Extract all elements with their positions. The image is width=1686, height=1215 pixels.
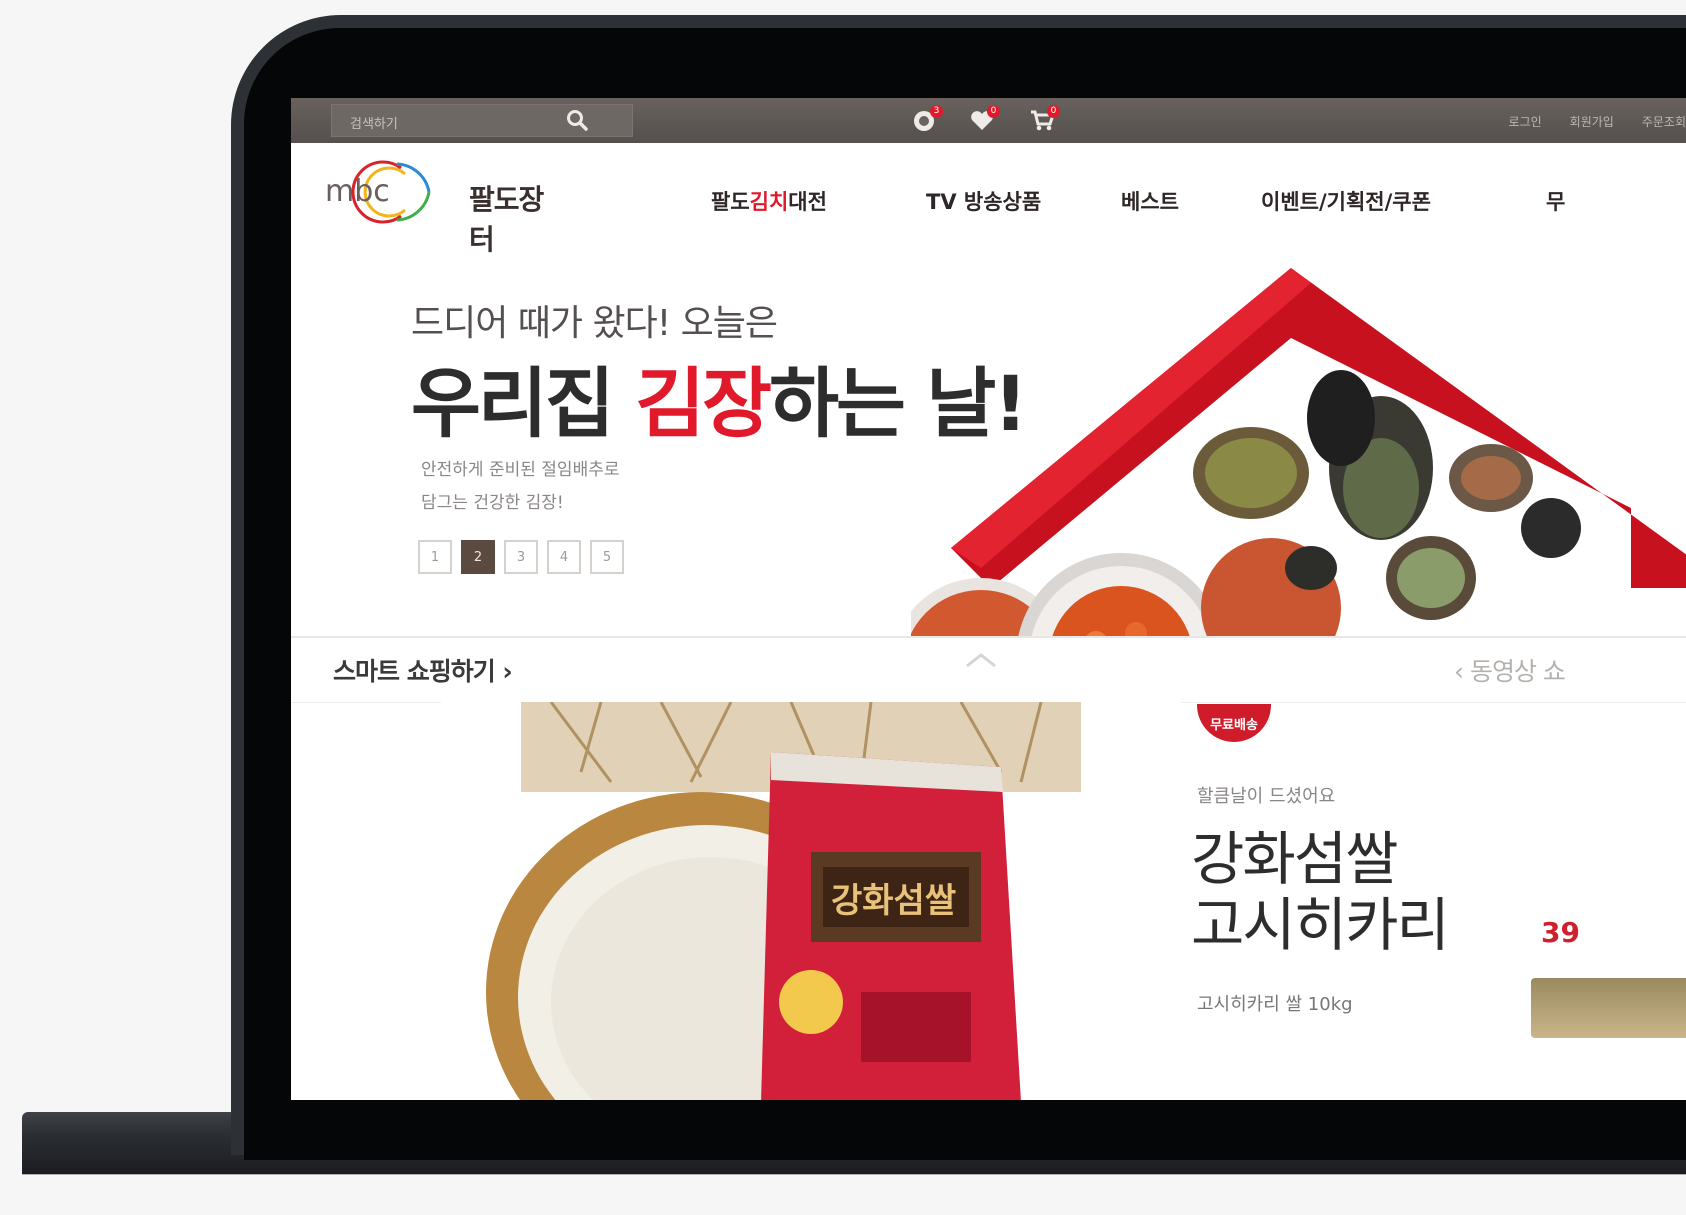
wishlist-button[interactable]: 0 (968, 105, 1000, 135)
coupon-badge: 3 (930, 105, 943, 118)
pager-button[interactable]: 1 (418, 540, 452, 574)
promo-title: 강화섬쌀 고시히카리 (1191, 825, 1450, 959)
svg-text:강화섬쌀: 강화섬쌀 (831, 881, 956, 921)
video-shopping-link[interactable]: ‹ 동영상 쇼 (1454, 652, 1566, 688)
login-link[interactable]: 로그인 (1509, 113, 1542, 130)
promo-subtitle: 할큼날이 드셨어요 (1197, 786, 1336, 807)
nav-item-events[interactable]: 이벤트/기획전/쿠폰 (1261, 186, 1431, 216)
hero-kicker: 드디어 때가 왔다! 오늘은 (411, 303, 778, 344)
hero-kimchi-image (911, 268, 1686, 638)
pager-button[interactable]: 4 (547, 540, 581, 574)
nav-text: 팔도 (711, 190, 750, 214)
screen: 검색하기 3 0 0 로그인 회원가입 주문조회 mbc 팔도장터 팔도김치대전… (291, 98, 1686, 1100)
promo-title-line: 고시히카리 (1191, 891, 1450, 959)
nav-text: 대전 (788, 190, 827, 214)
promo-description: 고시히카리 쌀 10kg (1197, 994, 1353, 1015)
smart-shopping-link[interactable]: 스마트 쇼핑하기 › (333, 652, 513, 688)
search-icon (567, 110, 588, 131)
hero-subtitle: 안전하게 준비된 절임배추로 담그는 건강한 김장! (421, 454, 721, 520)
coupon-button[interactable]: 3 (911, 105, 943, 135)
top-utility-bar: 검색하기 3 0 0 로그인 회원가입 주문조회 (291, 98, 1686, 143)
cart-button[interactable]: 0 (1028, 105, 1060, 135)
rice-product-image: 강화섬쌀 (441, 702, 1181, 1100)
logo-name: 팔도장터 (469, 183, 544, 256)
main-nav: 팔도김치대전 TV 방송상품 베스트 이벤트/기획전/쿠폰 무 (711, 186, 1686, 216)
smart-shopping-bar: 스마트 쇼핑하기 › ‹ 동영상 쇼 (291, 636, 1686, 703)
free-shipping-badge: 무료배송 (1197, 704, 1271, 742)
wishlist-badge: 0 (987, 105, 1000, 118)
site-logo[interactable]: mbc 팔도장터 (325, 156, 561, 256)
nav-item-best[interactable]: 베스트 (1121, 186, 1179, 216)
hero-title-text: 우리집 (411, 359, 636, 448)
hero-sub-line: 안전하게 준비된 절임배추로 (421, 460, 620, 480)
nav-item-kimchi-fair[interactable]: 팔도김치대전 (711, 186, 827, 216)
hero-pager: 1 2 3 4 5 (418, 540, 624, 574)
cart-badge: 0 (1047, 105, 1060, 118)
nav-item-free[interactable]: 무 (1546, 186, 1565, 216)
product-thumbnail[interactable] (1531, 978, 1686, 1038)
nav-item-tv-products[interactable]: TV 방송상품 (926, 186, 1041, 216)
pager-button[interactable]: 5 (590, 540, 624, 574)
hero-title-accent: 김장 (635, 359, 772, 448)
pager-button-active[interactable]: 2 (461, 540, 495, 574)
search-button[interactable] (563, 106, 591, 134)
chevron-up-icon[interactable] (963, 650, 999, 670)
order-lookup-link[interactable]: 주문조회 (1642, 113, 1686, 130)
nav-text-highlight: 김치 (749, 190, 789, 214)
pager-button[interactable]: 3 (504, 540, 538, 574)
promo-price: 39 (1541, 916, 1580, 949)
logo-mark: mbc (325, 160, 431, 224)
search-placeholder: 검색하기 (350, 117, 398, 132)
signup-link[interactable]: 회원가입 (1570, 113, 1614, 130)
hero-sub-line: 담그는 건강한 김장! (421, 493, 564, 513)
utility-links: 로그인 회원가입 주문조회 (1509, 113, 1686, 130)
svg-text:mbc: mbc (325, 174, 390, 209)
promo-title-line: 강화섬쌀 (1191, 825, 1398, 893)
